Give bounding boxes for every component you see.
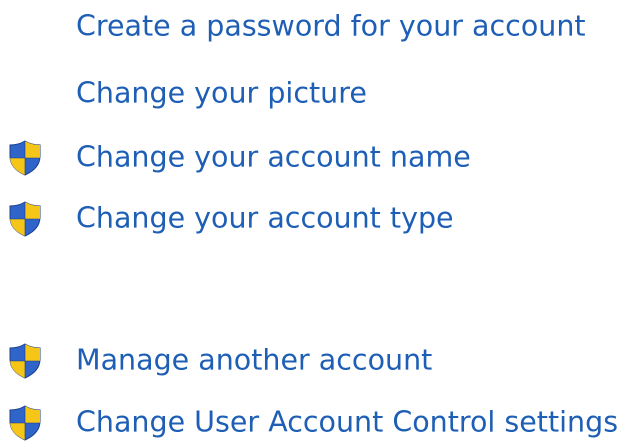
uac-shield-icon bbox=[6, 404, 44, 442]
change-picture-link[interactable]: Change your picture bbox=[0, 71, 639, 115]
account-tasks-list: Create a password for your account Chang… bbox=[0, 0, 639, 448]
change-picture-link-label: Change your picture bbox=[76, 76, 367, 110]
create-password-link[interactable]: Create a password for your account bbox=[0, 4, 639, 48]
change-account-type-link[interactable]: Change your account type bbox=[0, 196, 639, 240]
change-account-name-link-label: Change your account name bbox=[76, 140, 471, 174]
change-uac-settings-link[interactable]: Change User Account Control settings bbox=[0, 400, 639, 444]
uac-shield-icon bbox=[6, 139, 44, 177]
uac-shield-icon bbox=[6, 342, 44, 380]
create-password-link-label: Create a password for your account bbox=[76, 9, 586, 43]
manage-another-account-link[interactable]: Manage another account bbox=[0, 338, 639, 382]
manage-another-account-link-label: Manage another account bbox=[76, 343, 433, 377]
uac-shield-icon bbox=[6, 200, 44, 238]
change-uac-settings-link-label: Change User Account Control settings bbox=[76, 405, 619, 439]
change-account-type-link-label: Change your account type bbox=[76, 201, 454, 235]
change-account-name-link[interactable]: Change your account name bbox=[0, 135, 639, 179]
